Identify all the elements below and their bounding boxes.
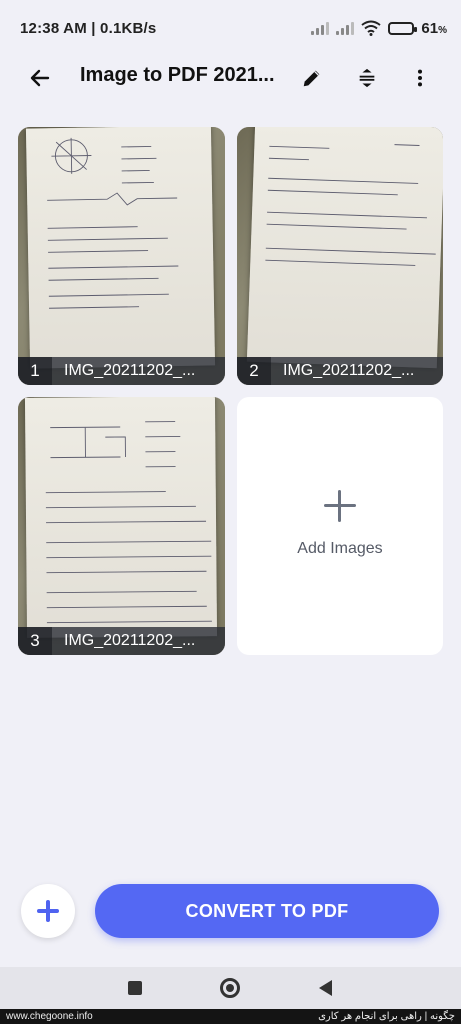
square-icon [128, 981, 142, 995]
image-caption: 2 IMG_20211202_... [237, 357, 443, 385]
add-images-card[interactable]: Add Images [237, 397, 443, 655]
image-filename: IMG_20211202_... [64, 632, 196, 649]
paper-image [246, 127, 443, 369]
watermark-bar: www.chegoone.info چگونه | راهی برای انجا… [0, 1009, 461, 1024]
back-button[interactable] [24, 62, 56, 94]
image-card-2[interactable]: 2 IMG_20211202_... [237, 127, 443, 385]
triangle-back-icon [318, 980, 332, 996]
add-button[interactable] [21, 884, 75, 938]
image-index: 1 [18, 357, 52, 385]
status-bar: 12:38 AM | 0.1KB/s 61% [0, 0, 461, 56]
more-vertical-icon [417, 69, 423, 87]
image-index: 3 [18, 627, 52, 655]
more-options-button[interactable] [404, 62, 436, 94]
plus-icon [320, 486, 360, 526]
image-card-3[interactable]: 3 IMG_20211202_... [18, 397, 225, 655]
system-back-button[interactable] [312, 975, 338, 1001]
status-icons: 61% [311, 20, 447, 37]
arrow-left-icon [30, 69, 50, 87]
edit-button[interactable] [296, 62, 328, 94]
convert-to-pdf-button[interactable]: CONVERT TO PDF [95, 884, 439, 938]
recents-button[interactable] [122, 975, 148, 1001]
page-title: Image to PDF 2021... [80, 64, 275, 86]
watermark-url: www.chegoone.info [6, 1011, 93, 1022]
image-card-1[interactable]: 1 IMG_20211202_... [18, 127, 225, 385]
add-images-label: Add Images [297, 540, 383, 557]
image-filename: IMG_20211202_... [283, 362, 415, 379]
pencil-icon [303, 70, 320, 87]
signal-icon [311, 21, 330, 35]
image-index: 2 [237, 357, 271, 385]
home-circle-icon [220, 978, 240, 998]
system-nav-bar [0, 967, 461, 1009]
home-button[interactable] [217, 975, 243, 1001]
signal-icon-2 [336, 21, 355, 35]
paper-image [25, 127, 216, 369]
image-caption: 3 IMG_20211202_... [18, 627, 225, 655]
sort-button[interactable] [351, 62, 383, 94]
battery-icon [388, 21, 418, 35]
battery-percent: 61% [421, 19, 447, 37]
image-filename: IMG_20211202_... [64, 362, 196, 379]
paper-image [24, 397, 218, 638]
image-caption: 1 IMG_20211202_... [18, 357, 225, 385]
status-time: 12:38 AM | 0.1KB/s [20, 19, 157, 37]
plus-icon [37, 900, 59, 922]
expand-collapse-icon [359, 68, 375, 88]
watermark-tagline: چگونه | راهی برای انجام هر کاری [318, 1011, 455, 1022]
wifi-icon [361, 20, 382, 36]
app-bar: Image to PDF 2021... [0, 56, 461, 98]
